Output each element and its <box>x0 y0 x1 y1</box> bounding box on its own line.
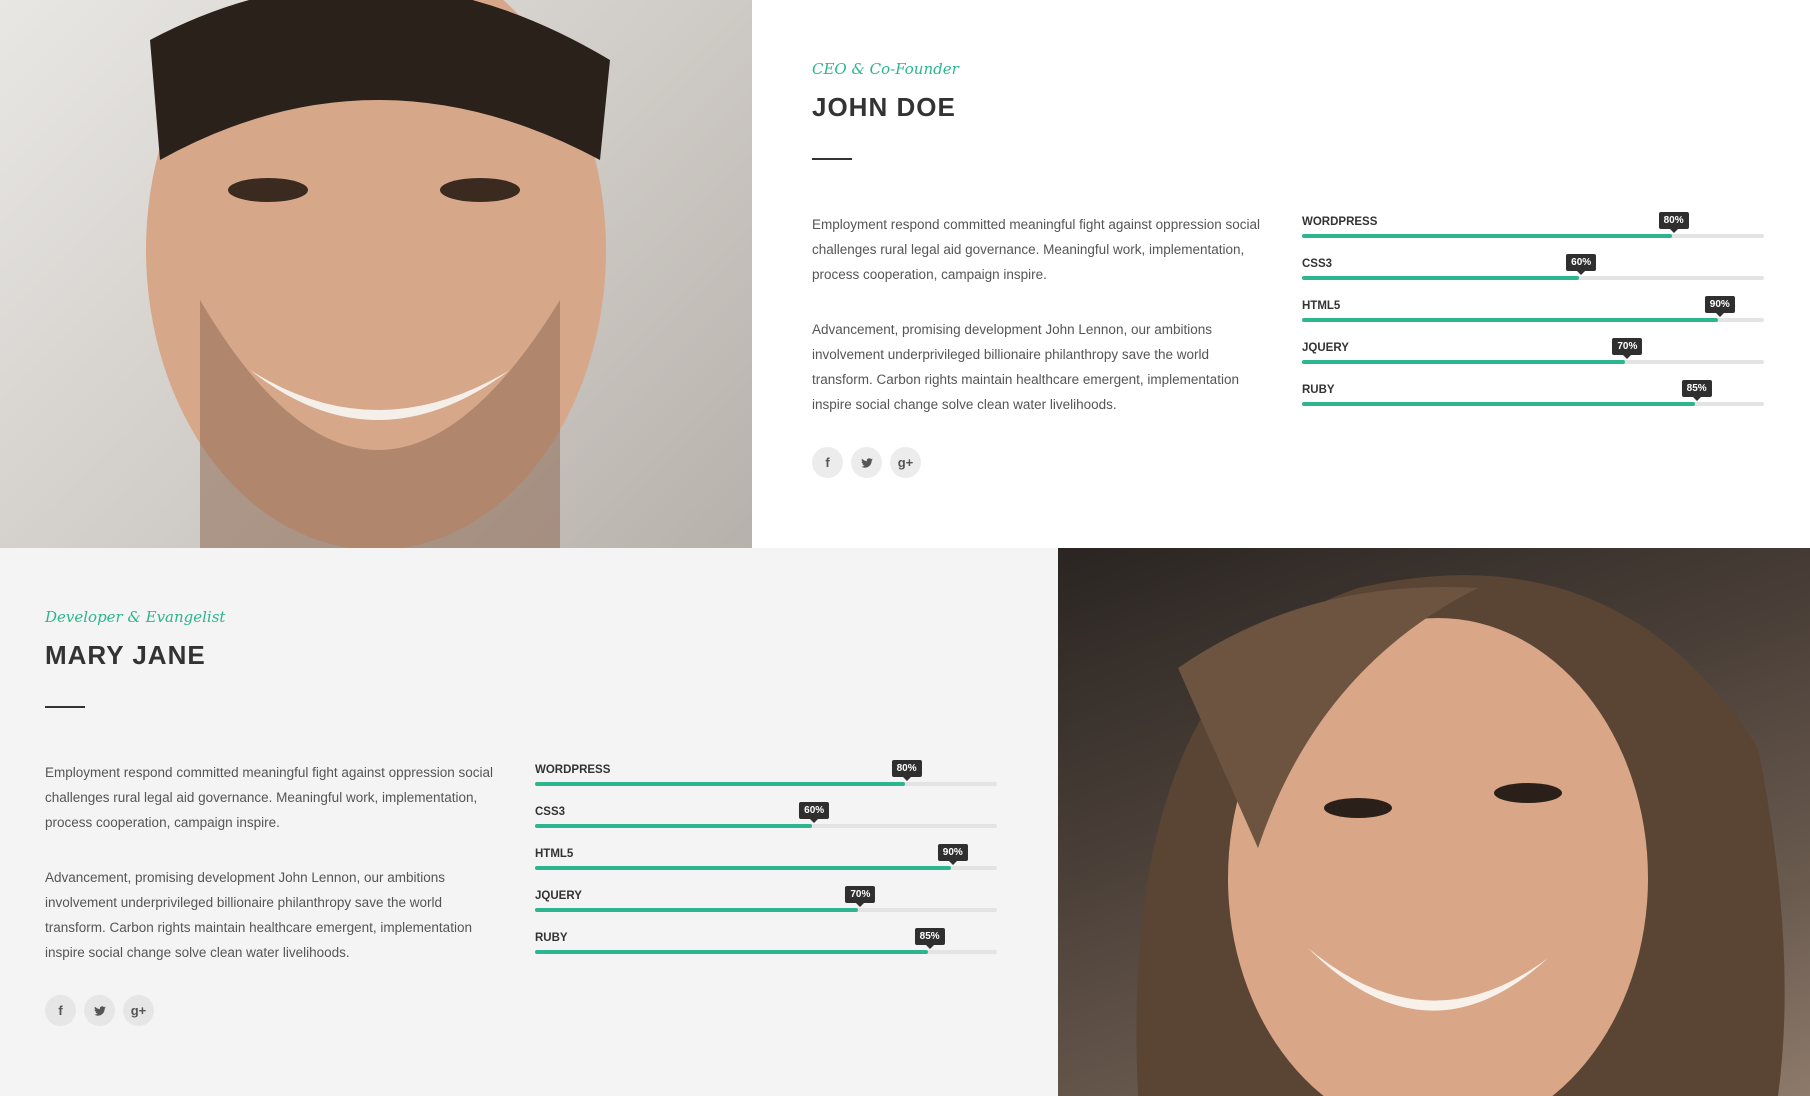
skill-css3: CSS3 60% <box>535 798 997 840</box>
skill-fill: 60% <box>1302 254 1597 280</box>
skill-percent-tooltip: 60% <box>799 802 830 823</box>
skill-percent-tooltip: 90% <box>1704 296 1735 317</box>
skill-label: HTML5 <box>535 848 574 860</box>
portrait-woman-image <box>1136 575 1785 1096</box>
skills-list: WORDPRESS 80% CSS3 60% HTML5 90% JQUERY <box>1302 208 1764 418</box>
skill-label: JQUERY <box>535 890 582 902</box>
bio-paragraph-2: Advancement, promising development John … <box>812 322 1239 412</box>
member-name: MARY JANE <box>45 640 206 670</box>
portrait-man-image <box>146 0 610 548</box>
skill-ruby: RUBY 85% <box>535 924 997 966</box>
skill-percent-tooltip: 80% <box>891 760 922 781</box>
skill-ruby: RUBY 85% <box>1302 376 1764 418</box>
skill-jquery: JQUERY 70% <box>535 882 997 924</box>
skill-label: JQUERY <box>1302 342 1349 354</box>
member-bio: Employment respond committed meaningful … <box>812 212 1272 447</box>
social-links: f g+ <box>812 447 921 478</box>
skill-label: RUBY <box>535 932 568 944</box>
skill-fill: 80% <box>535 760 922 786</box>
facebook-link[interactable]: f <box>45 995 76 1026</box>
skill-percent-tooltip: 85% <box>914 928 945 949</box>
skill-label: WORDPRESS <box>535 764 611 776</box>
skill-css3: CSS3 60% <box>1302 250 1764 292</box>
member-bio: Employment respond committed meaningful … <box>45 760 505 995</box>
skill-fill: 70% <box>1302 338 1643 364</box>
skill-fill: 80% <box>1302 212 1689 238</box>
member-role: Developer & Evangelist <box>45 608 226 626</box>
skill-label: WORDPRESS <box>1302 216 1378 228</box>
skill-html5: HTML5 90% <box>1302 292 1764 334</box>
twitter-icon <box>860 457 873 468</box>
skill-wordpress: WORDPRESS 80% <box>535 756 997 798</box>
skill-fill: 90% <box>1302 296 1735 322</box>
skill-track: 70% <box>535 886 997 912</box>
skill-fill: 90% <box>535 844 968 870</box>
member-profile: Developer & Evangelist MARY JANE Employm… <box>45 548 1005 1096</box>
team-member-row-1: CEO & Co-Founder JOHN DOE Employment res… <box>0 0 1810 548</box>
skill-track: 80% <box>1302 212 1764 238</box>
skill-wordpress: WORDPRESS 80% <box>1302 208 1764 250</box>
team-member-row-2: Developer & Evangelist MARY JANE Employm… <box>0 548 1810 1096</box>
member-photo <box>1058 548 1810 1096</box>
skill-fill: 70% <box>535 886 876 912</box>
bio-paragraph-1: Employment respond committed meaningful … <box>45 765 493 830</box>
google-plus-link[interactable]: g+ <box>890 447 921 478</box>
skill-percent-tooltip: 70% <box>845 886 876 907</box>
twitter-icon <box>93 1005 106 1016</box>
skill-percent-tooltip: 85% <box>1681 380 1712 401</box>
google-plus-icon: g+ <box>897 455 914 470</box>
google-plus-link[interactable]: g+ <box>123 995 154 1026</box>
skill-track: 70% <box>1302 338 1764 364</box>
skill-label: CSS3 <box>1302 258 1333 270</box>
twitter-link[interactable] <box>84 995 115 1026</box>
facebook-link[interactable]: f <box>812 447 843 478</box>
skill-fill: 60% <box>535 802 830 828</box>
skills-list: WORDPRESS 80% CSS3 60% HTML5 90% JQUERY <box>535 756 997 966</box>
title-divider <box>812 158 852 160</box>
title-divider <box>45 706 85 708</box>
member-name: JOHN DOE <box>812 92 956 122</box>
skill-track: 90% <box>1302 296 1764 322</box>
skill-track: 60% <box>1302 254 1764 280</box>
skill-jquery: JQUERY 70% <box>1302 334 1764 376</box>
skill-track: 85% <box>1302 380 1764 406</box>
skill-track: 80% <box>535 760 997 786</box>
skill-label: CSS3 <box>535 806 566 818</box>
skill-percent-tooltip: 60% <box>1566 254 1597 275</box>
google-plus-icon: g+ <box>130 1003 147 1018</box>
skill-track: 85% <box>535 928 997 954</box>
skill-percent-tooltip: 90% <box>937 844 968 865</box>
skill-fill: 85% <box>1302 380 1712 406</box>
skill-fill: 85% <box>535 928 945 954</box>
skill-label: RUBY <box>1302 384 1335 396</box>
member-photo <box>0 0 752 548</box>
skill-label: HTML5 <box>1302 300 1341 312</box>
member-role: CEO & Co-Founder <box>812 60 959 78</box>
facebook-icon: f <box>58 1003 63 1018</box>
skill-track: 60% <box>535 802 997 828</box>
bio-paragraph-2: Advancement, promising development John … <box>45 870 472 960</box>
member-profile: CEO & Co-Founder JOHN DOE Employment res… <box>812 0 1772 548</box>
skill-percent-tooltip: 70% <box>1612 338 1643 359</box>
facebook-icon: f <box>825 455 830 470</box>
bio-paragraph-1: Employment respond committed meaningful … <box>812 217 1260 282</box>
skill-html5: HTML5 90% <box>535 840 997 882</box>
social-links: f g+ <box>45 995 154 1026</box>
skill-track: 90% <box>535 844 997 870</box>
skill-percent-tooltip: 80% <box>1658 212 1689 233</box>
twitter-link[interactable] <box>851 447 882 478</box>
